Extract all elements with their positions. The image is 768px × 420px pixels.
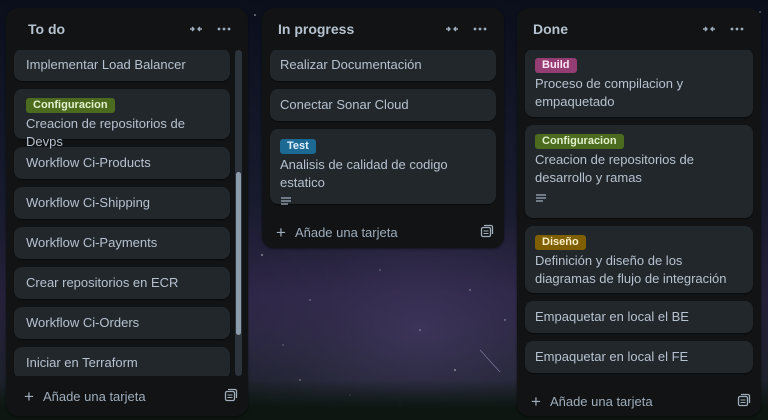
list-title[interactable]: In progress (278, 21, 438, 37)
card-title: Workflow Ci-Products (26, 155, 151, 170)
card-title: Crear repositorios en ECR (26, 275, 179, 290)
add-card-label: Añade una tarjeta (549, 393, 653, 409)
card-title: Empaquetar en local el BE (535, 309, 689, 324)
add-card-button[interactable]: + Añade una tarjeta (6, 376, 248, 416)
card[interactable]: Crear repositorios en ECR (14, 267, 230, 299)
list-to-do: To do Implementar Load Balancer Configur… (6, 8, 248, 416)
ellipsis-icon[interactable] (723, 15, 751, 43)
description-lines-icon (536, 194, 546, 202)
add-card-label: Añade una tarjeta (42, 388, 146, 404)
list-header: To do (6, 8, 248, 50)
card[interactable]: Configuracion Creacion de repositorios d… (525, 125, 753, 218)
card-title: Realizar Documentación (280, 57, 422, 72)
card-template-icon[interactable] (480, 224, 494, 241)
card[interactable]: Workflow Ci-Shipping (14, 187, 230, 219)
plus-icon: + (24, 386, 34, 406)
card[interactable]: Workflow Ci-Products (14, 147, 230, 179)
card-title: Workflow Ci-Orders (26, 315, 140, 330)
list-done: Done Build Proceso de compilacion y empa… (517, 8, 761, 416)
card-title: Workflow Ci-Payments (26, 235, 158, 250)
card-label[interactable]: Build (535, 58, 577, 73)
card[interactable]: Workflow Ci-Orders (14, 307, 230, 339)
add-card-button[interactable]: + Añade una tarjeta (262, 212, 504, 252)
collapse-arrows-icon[interactable] (438, 15, 466, 43)
card[interactable]: Configuracion Creacion de repositorios d… (14, 89, 230, 149)
card-title: Workflow Ci-Shipping (26, 195, 151, 210)
card-label[interactable]: Diseño (535, 235, 586, 250)
card-label[interactable]: Configuracion (26, 98, 115, 113)
collapse-arrows-icon[interactable] (182, 15, 210, 43)
add-card-button[interactable]: + Añade una tarjeta (517, 381, 761, 420)
card-title: Empaquetar en local el FE (535, 349, 689, 364)
list-scrollbar[interactable] (235, 50, 242, 376)
card[interactable]: Diseño Definición y diseño de los diagra… (525, 226, 753, 293)
list-in-progress: In progress Realizar Documentación Conec… (262, 8, 504, 248)
list-title[interactable]: Done (533, 21, 695, 37)
card-title: Proceso de compilacion y empaquetado (535, 76, 684, 109)
collapse-arrows-icon[interactable] (695, 15, 723, 43)
card-title: Iniciar en Terraform (26, 355, 138, 370)
card-label[interactable]: Test (280, 139, 316, 154)
card-title: Creacion de repositorios de desarrollo y… (535, 152, 694, 185)
card-list: Implementar Load Balancer Configuracion … (6, 50, 248, 376)
card[interactable]: Implementar Load Balancer (14, 50, 230, 81)
ellipsis-icon[interactable] (210, 15, 238, 43)
card-title: Definición y diseño de los diagramas de … (535, 253, 727, 286)
add-card-label: Añade una tarjeta (294, 224, 398, 240)
card[interactable]: Empaquetar en local el FE (525, 341, 753, 373)
card[interactable]: Workflow Ci-Payments (14, 227, 230, 259)
card-label[interactable]: Configuracion (535, 134, 624, 149)
list-header: Done (517, 8, 761, 50)
card-title: Analisis de calidad de codigo estatico (280, 157, 448, 190)
list-title[interactable]: To do (28, 21, 182, 37)
card-template-icon[interactable] (224, 388, 238, 405)
card[interactable]: Empaquetar en local el BE (525, 301, 753, 333)
card[interactable]: Iniciar en Terraform (14, 347, 230, 376)
card-list: Realizar Documentación Conectar Sonar Cl… (262, 50, 504, 212)
card[interactable]: Conectar Sonar Cloud (270, 89, 496, 121)
scroll-thumb[interactable] (236, 172, 241, 335)
card-list: Build Proceso de compilacion y empaqueta… (517, 50, 761, 381)
description-lines-icon (281, 197, 291, 205)
ellipsis-icon[interactable] (466, 15, 494, 43)
card-title: Implementar Load Balancer (26, 57, 186, 72)
card[interactable]: Build Proceso de compilacion y empaqueta… (525, 50, 753, 117)
card-title: Creacion de repositorios de Devps (26, 116, 185, 149)
list-header: In progress (262, 8, 504, 50)
card-title: Conectar Sonar Cloud (280, 97, 409, 112)
plus-icon: + (276, 222, 286, 242)
plus-icon: + (531, 391, 541, 411)
card[interactable]: Realizar Documentación (270, 50, 496, 81)
card-template-icon[interactable] (737, 393, 751, 410)
card[interactable]: Test Analisis de calidad de codigo estat… (270, 129, 496, 205)
